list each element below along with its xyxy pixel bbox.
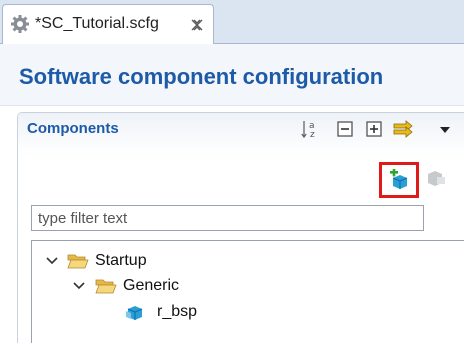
tree-node-generic[interactable]: Generic — [32, 274, 252, 298]
tree-node-label: Generic — [123, 277, 180, 294]
sort-button[interactable]: a z — [300, 118, 322, 140]
component-tree: Startup Generic r_bsp — [31, 240, 464, 343]
add-component-button[interactable] — [379, 162, 419, 198]
page-title: Software component configuration — [19, 64, 384, 89]
editor-tab-bar: *SC_Tutorial.scfg — [0, 0, 464, 44]
expand-all-icon — [366, 121, 382, 137]
chevron-down-icon[interactable] — [72, 279, 86, 293]
chevron-down-icon[interactable] — [45, 254, 59, 268]
gear-icon — [11, 15, 29, 33]
tree-node-r-bsp[interactable]: r_bsp — [32, 300, 252, 324]
page-header: Software component configuration — [0, 44, 464, 106]
collapse-all-icon — [337, 121, 353, 137]
svg-text:z: z — [310, 130, 315, 140]
view-menu-button[interactable] — [392, 118, 414, 140]
tree-node-startup[interactable]: Startup — [32, 249, 232, 273]
component-icon — [126, 306, 143, 320]
close-icon[interactable] — [191, 19, 203, 31]
remove-component-icon — [428, 171, 445, 186]
tree-node-label: r_bsp — [157, 303, 198, 320]
add-component-icon — [390, 169, 408, 189]
tree-node-label: Startup — [95, 252, 147, 269]
expand-all-button[interactable] — [363, 118, 385, 140]
remove-component-button[interactable] — [424, 167, 446, 189]
folder-open-icon — [95, 279, 117, 294]
editor-tab[interactable]: *SC_Tutorial.scfg — [2, 4, 214, 44]
tab-title: *SC_Tutorial.scfg — [35, 15, 159, 32]
components-section-title: Components — [27, 120, 119, 137]
view-menu-icon — [393, 120, 413, 138]
menu-dropdown-button[interactable] — [438, 118, 452, 140]
sort-alphabetical-icon: a z — [301, 121, 315, 140]
chevron-down-icon — [440, 127, 450, 133]
folder-open-icon — [67, 254, 89, 269]
collapse-all-button[interactable] — [334, 118, 356, 140]
filter-input[interactable] — [31, 205, 424, 231]
